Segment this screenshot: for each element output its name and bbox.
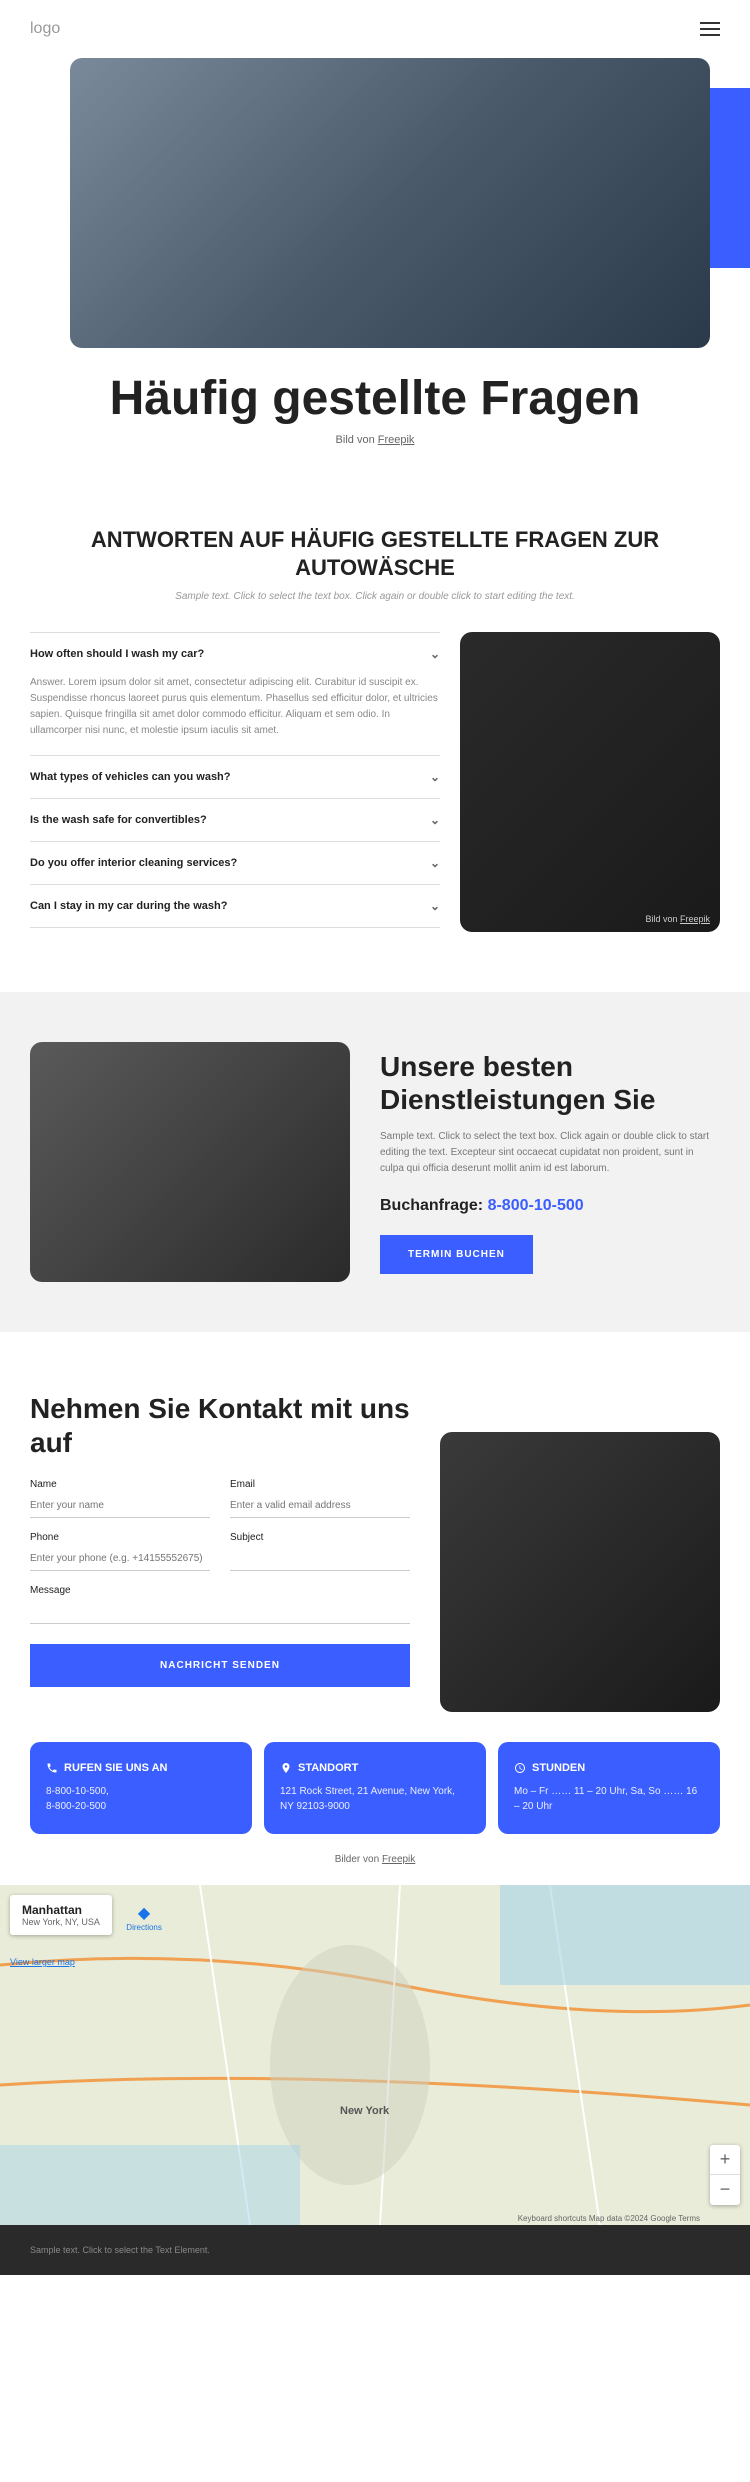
info-card-phone-text: 8-800-10-500, 8-800-20-500 bbox=[46, 1784, 236, 1814]
menu-icon[interactable] bbox=[700, 22, 720, 36]
info-card-location: STANDORT 121 Rock Street, 21 Avenue, New… bbox=[264, 1742, 486, 1834]
page-title: Häufig gestellte Fragen bbox=[30, 373, 720, 426]
faq-section-subtitle: Sample text. Click to select the text bo… bbox=[0, 591, 750, 602]
clock-icon bbox=[514, 1762, 526, 1774]
directions-icon[interactable]: ◆ bbox=[126, 1903, 162, 1923]
phone-input[interactable] bbox=[30, 1547, 210, 1571]
faq-item-header[interactable]: What types of vehicles can you wash? ⌄ bbox=[30, 756, 440, 798]
faq-item-header[interactable]: Can I stay in my car during the wash? ⌄ bbox=[30, 885, 440, 927]
faq-item-header[interactable]: Is the wash safe for convertibles? ⌄ bbox=[30, 799, 440, 841]
phone-label: Phone bbox=[30, 1532, 210, 1543]
contact-title: Nehmen Sie Kontakt mit uns auf bbox=[30, 1392, 410, 1459]
map-attribution: Keyboard shortcuts Map data ©2024 Google… bbox=[518, 2214, 700, 2223]
info-card-phone: RUFEN SIE UNS AN 8-800-10-500, 8-800-20-… bbox=[30, 1742, 252, 1834]
chevron-down-icon: ⌄ bbox=[430, 813, 440, 827]
faq-side-image: Bild von Freepik bbox=[460, 632, 720, 932]
name-input[interactable] bbox=[30, 1494, 210, 1518]
page-footer: Sample text. Click to select the Text El… bbox=[0, 2225, 750, 2275]
info-card-hours-text: Mo – Fr …… 11 – 20 Uhr, Sa, So …… 16 – 2… bbox=[514, 1784, 704, 1814]
info-card-hours: STUNDEN Mo – Fr …… 11 – 20 Uhr, Sa, So …… bbox=[498, 1742, 720, 1834]
services-title: Unsere besten Dienstleistungen Sie bbox=[380, 1050, 720, 1117]
faq-item-header[interactable]: Do you offer interior cleaning services?… bbox=[30, 842, 440, 884]
hero-credit-link[interactable]: Freepik bbox=[378, 434, 415, 446]
zoom-out-button[interactable]: − bbox=[710, 2175, 740, 2205]
logo[interactable]: logo bbox=[30, 20, 60, 38]
map-info-panel: Manhattan New York, NY, USA ◆ Directions bbox=[10, 1895, 112, 1935]
phone-icon bbox=[46, 1762, 58, 1774]
contact-image bbox=[440, 1432, 720, 1712]
bottom-credit-link[interactable]: Freepik bbox=[382, 1854, 415, 1865]
chevron-down-icon: ⌄ bbox=[430, 856, 440, 870]
faq-section-title: ANTWORTEN AUF HÄUFIG GESTELLTE FRAGEN ZU… bbox=[30, 526, 720, 583]
subject-input[interactable] bbox=[230, 1547, 410, 1571]
email-input[interactable] bbox=[230, 1494, 410, 1518]
bottom-image-credit: Bilder von Freepik bbox=[0, 1854, 750, 1865]
message-label: Message bbox=[30, 1585, 410, 1596]
subject-label: Subject bbox=[230, 1532, 410, 1543]
name-label: Name bbox=[30, 1479, 210, 1490]
map-embed[interactable]: New York Manhattan New York, NY, USA ◆ D… bbox=[0, 1885, 750, 2225]
book-appointment-button[interactable]: TERMIN BUCHEN bbox=[380, 1235, 533, 1274]
chevron-down-icon: ⌄ bbox=[430, 899, 440, 913]
message-input[interactable] bbox=[30, 1600, 410, 1624]
email-label: Email bbox=[230, 1479, 410, 1490]
faq-item-body: Answer. Lorem ipsum dolor sit amet, cons… bbox=[30, 675, 440, 755]
zoom-in-button[interactable]: + bbox=[710, 2145, 740, 2175]
services-image bbox=[30, 1042, 350, 1282]
pin-icon bbox=[280, 1762, 292, 1774]
hero-image bbox=[70, 58, 710, 348]
faq-accordion: How often should I wash my car? ⌄ Answer… bbox=[30, 632, 440, 932]
footer-text: Sample text. Click to select the Text El… bbox=[30, 2245, 720, 2255]
send-message-button[interactable]: NACHRICHT SENDEN bbox=[30, 1644, 410, 1687]
faq-img-credit-link[interactable]: Freepik bbox=[680, 914, 710, 924]
map-city-label: New York bbox=[340, 2105, 389, 2117]
services-text: Sample text. Click to select the text bo… bbox=[380, 1129, 720, 1177]
services-phone-number[interactable]: 8-800-10-500 bbox=[488, 1197, 584, 1214]
faq-item-header[interactable]: How often should I wash my car? ⌄ bbox=[30, 633, 440, 675]
view-larger-map-link[interactable]: View larger map bbox=[10, 1957, 75, 1967]
map-zoom-controls: + − bbox=[710, 2145, 740, 2205]
services-phone-row: Buchanfrage: 8-800-10-500 bbox=[380, 1197, 720, 1215]
info-card-location-text: 121 Rock Street, 21 Avenue, New York, NY… bbox=[280, 1784, 470, 1814]
chevron-down-icon: ⌄ bbox=[430, 770, 440, 784]
hero-image-credit: Bild von Freepik bbox=[30, 434, 720, 446]
chevron-down-icon: ⌄ bbox=[430, 647, 440, 661]
